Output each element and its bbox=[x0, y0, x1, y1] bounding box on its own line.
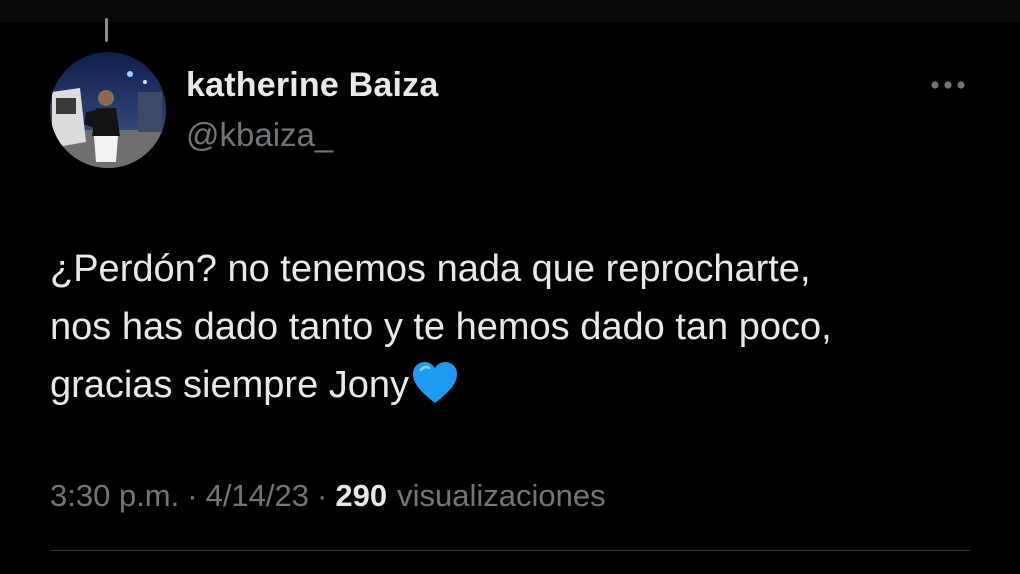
tweet-metadata: 3:30 p.m. · 4/14/23 · 290 visualizacione… bbox=[50, 478, 606, 514]
display-name[interactable]: katherine Baiza bbox=[186, 66, 438, 105]
separator: · bbox=[187, 478, 198, 513]
tweet-text: ¿Perdón? no tenemos nada que reprocharte… bbox=[50, 240, 990, 422]
tweet-date[interactable]: 4/14/23 bbox=[206, 478, 309, 514]
views-label[interactable]: visualizaciones bbox=[397, 478, 606, 514]
more-horizontal-icon bbox=[931, 81, 965, 89]
divider bbox=[50, 550, 970, 551]
avatar[interactable] bbox=[50, 52, 166, 168]
blue-heart-icon bbox=[411, 361, 459, 422]
views-count[interactable]: 290 bbox=[335, 478, 387, 514]
tweet-time[interactable]: 3:30 p.m. bbox=[50, 478, 179, 514]
more-options-button[interactable] bbox=[926, 70, 970, 100]
avatar-photo bbox=[50, 52, 166, 168]
tweet: katherine Baiza @kbaiza_ ¿Perdón? no ten… bbox=[0, 0, 1020, 574]
user-handle[interactable]: @kbaiza_ bbox=[186, 116, 333, 154]
separator: · bbox=[317, 478, 328, 513]
